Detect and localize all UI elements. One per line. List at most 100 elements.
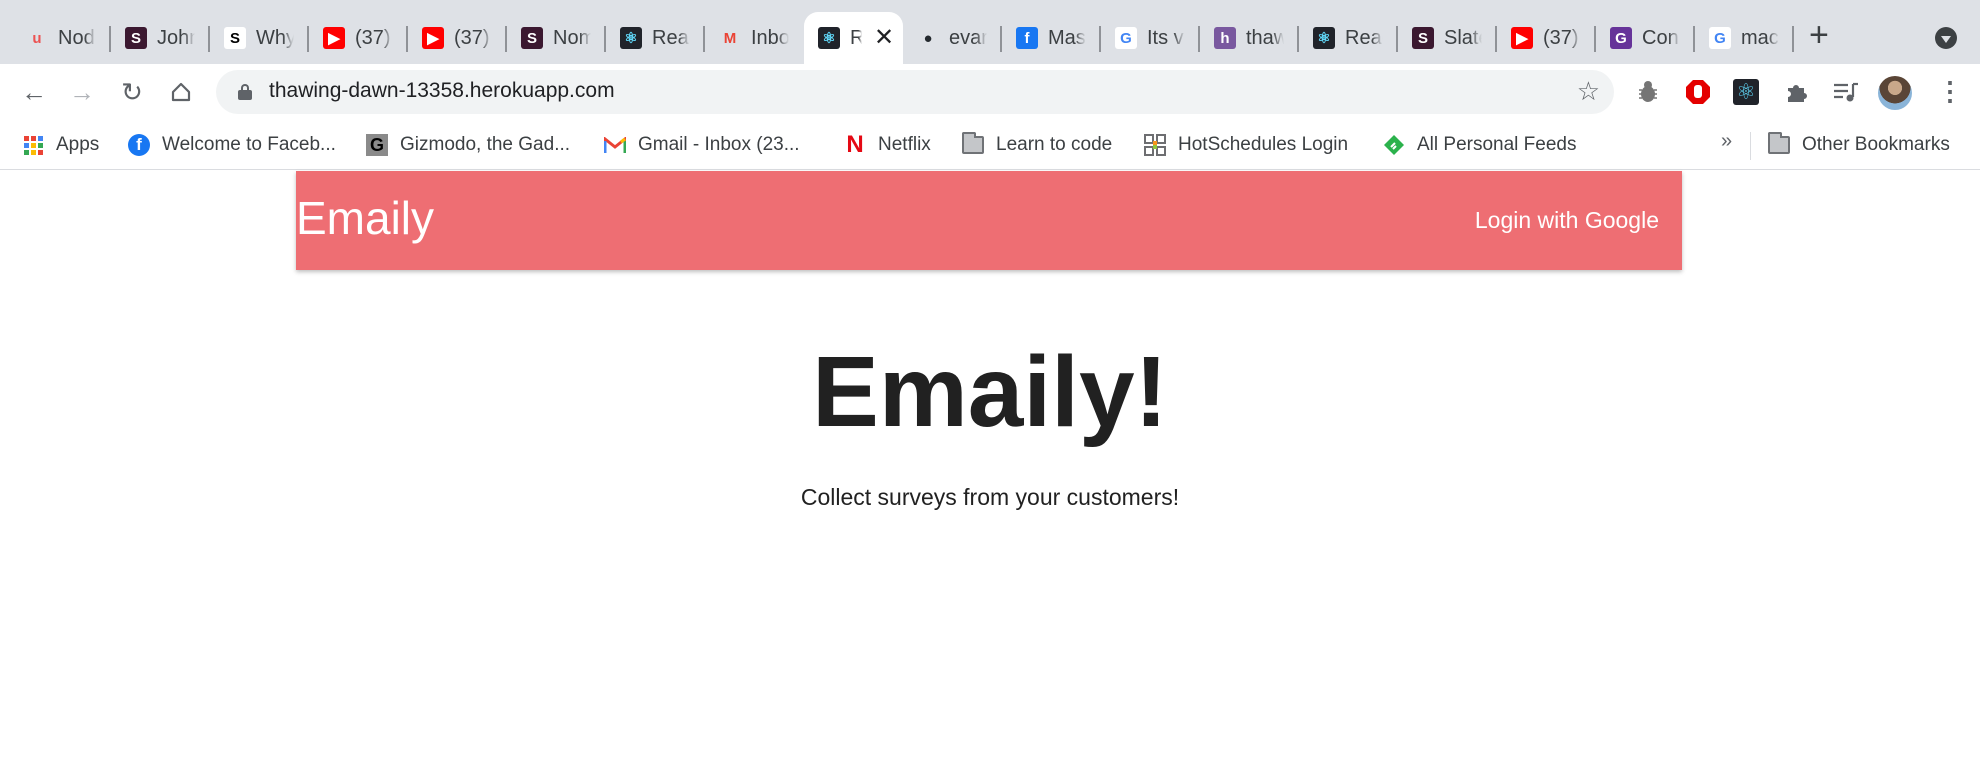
- nyt-icon: S: [224, 27, 246, 49]
- bookmark-label: HotSchedules Login: [1178, 134, 1349, 155]
- tab-title: Reac: [652, 26, 690, 49]
- bookmark-label: All Personal Feeds: [1417, 134, 1577, 155]
- hero-title: Emaily!: [812, 336, 1168, 448]
- tab[interactable]: S Nom: [507, 12, 606, 64]
- tab-strip: + u Nod S John S Why ▶ (37) ▶ (37) S Nom ⚛ Reac M Inbo ⚛…: [0, 0, 1980, 64]
- tab[interactable]: S Why: [210, 12, 309, 64]
- react-devtools-extension-icon[interactable]: ⚛: [1733, 79, 1759, 105]
- bookmark-folder-learn-to-code[interactable]: Learn to code: [962, 131, 1112, 159]
- tab[interactable]: S Slate: [1398, 12, 1497, 64]
- tab[interactable]: M Inbo: [705, 12, 804, 64]
- tab[interactable]: ⚛ Reac: [606, 12, 705, 64]
- tab-title: Inbo: [751, 26, 789, 49]
- site-navbar: Emaily Login with Google: [296, 171, 1682, 270]
- adblock-extension-icon[interactable]: [1685, 79, 1711, 105]
- tab-title: mac: [1741, 26, 1779, 49]
- tab-title: Nom: [553, 26, 591, 49]
- react-icon: ⚛: [818, 27, 840, 49]
- folder-icon: [1768, 132, 1790, 156]
- menu-kebab-icon[interactable]: ⋮: [1937, 78, 1963, 104]
- tab-title: (37): [454, 26, 490, 49]
- youtube-icon: ▶: [323, 27, 345, 49]
- address-bar[interactable]: thawing-dawn-13358.herokuapp.com ☆: [216, 70, 1614, 114]
- facebook-icon: f: [1016, 27, 1038, 49]
- tab-title: Nod: [58, 26, 95, 49]
- folder-icon: [962, 132, 984, 156]
- tab[interactable]: u Nod: [12, 12, 111, 64]
- bug-extension-icon[interactable]: [1635, 79, 1661, 105]
- profile-avatar[interactable]: [1878, 76, 1912, 110]
- tab-title: Slate: [1444, 26, 1482, 49]
- youtube-icon: ▶: [1511, 27, 1533, 49]
- react-icon: ⚛: [1313, 27, 1335, 49]
- apps-grid-icon: [22, 134, 44, 156]
- slate-icon: S: [125, 27, 147, 49]
- media-controls-icon[interactable]: [1833, 79, 1859, 105]
- bookmark-label: Netflix: [878, 134, 931, 155]
- forward-button[interactable]: →: [64, 74, 100, 110]
- tab[interactable]: G Its v: [1101, 12, 1200, 64]
- url-text[interactable]: thawing-dawn-13358.herokuapp.com: [269, 79, 615, 103]
- heroku-icon: h: [1214, 27, 1236, 49]
- reload-icon: ↻: [121, 76, 143, 107]
- facebook-icon: f: [128, 134, 150, 156]
- tab-active[interactable]: ⚛ R ✕: [804, 12, 903, 64]
- tab[interactable]: ▶ (37): [309, 12, 408, 64]
- bookmarks-overflow-button[interactable]: »: [1721, 130, 1732, 153]
- feedly-icon: [1383, 134, 1405, 156]
- tab[interactable]: S John: [111, 12, 210, 64]
- bookmark-label: Welcome to Faceb...: [162, 134, 336, 155]
- tab-title: R: [850, 26, 862, 49]
- tab[interactable]: ▶ (37): [1497, 12, 1596, 64]
- tab-title: (37): [355, 26, 391, 49]
- tab-title: Mas: [1048, 26, 1086, 49]
- tab-title: John: [157, 26, 195, 49]
- youtube-icon: ▶: [422, 27, 444, 49]
- arrow-left-icon: ←: [21, 76, 47, 107]
- bookmark-label: Gizmodo, the Gad...: [400, 134, 571, 155]
- bookmark-facebook[interactable]: f Welcome to Faceb...: [128, 131, 336, 159]
- brand-logo-link[interactable]: Emaily: [296, 191, 434, 246]
- tab-title: thaw: [1246, 26, 1284, 49]
- tab[interactable]: h thaw: [1200, 12, 1299, 64]
- home-icon: [171, 82, 191, 102]
- gatsby-icon: G: [1610, 27, 1632, 49]
- google-icon: G: [1709, 27, 1731, 49]
- extensions-puzzle-icon[interactable]: [1783, 79, 1809, 105]
- bookmark-label: Other Bookmarks: [1802, 134, 1950, 155]
- home-button[interactable]: [163, 74, 199, 110]
- gizmodo-icon: G: [366, 134, 388, 156]
- bookmark-gizmodo[interactable]: G Gizmodo, the Gad...: [366, 131, 570, 159]
- tab[interactable]: Gmac: [1695, 12, 1794, 64]
- tab[interactable]: ⚛ Reac: [1299, 12, 1398, 64]
- reload-button[interactable]: ↻: [114, 74, 150, 110]
- hero-subtitle: Collect surveys from your customers!: [800, 484, 1180, 510]
- login-with-google-link[interactable]: Login with Google: [1475, 207, 1659, 234]
- bookmarks-divider: [1750, 132, 1751, 160]
- back-button[interactable]: ←: [16, 74, 52, 110]
- bookmark-star-icon[interactable]: ☆: [1577, 76, 1600, 107]
- tab[interactable]: ● evar: [903, 12, 1002, 64]
- tab-search-button[interactable]: [1935, 27, 1957, 49]
- gmail-icon: [604, 134, 626, 156]
- bookmark-feedly[interactable]: All Personal Feeds: [1383, 131, 1576, 159]
- netflix-icon: N: [846, 131, 864, 158]
- tab-separator: [1792, 26, 1794, 52]
- bookmark-hotschedules[interactable]: HotSchedules Login: [1144, 131, 1348, 159]
- tab-title: Why: [256, 26, 294, 49]
- tab-close-icon[interactable]: ✕: [874, 26, 894, 50]
- bookmark-netflix[interactable]: N Netflix: [844, 131, 931, 159]
- bookmark-gmail[interactable]: Gmail - Inbox (23...: [604, 131, 800, 159]
- bookmark-label: Apps: [56, 134, 100, 155]
- github-icon: ●: [923, 29, 933, 47]
- bookmark-apps[interactable]: Apps: [22, 131, 99, 159]
- new-tab-button[interactable]: +: [1809, 18, 1829, 52]
- slate-icon: S: [1412, 27, 1434, 49]
- bookmark-other-bookmarks[interactable]: Other Bookmarks: [1768, 131, 1950, 159]
- tab[interactable]: ▶ (37): [408, 12, 507, 64]
- hotschedules-icon: [1144, 134, 1166, 156]
- browser-toolbar: ← → ↻ thawing-dawn-13358.herokuapp.com ☆…: [0, 64, 1980, 120]
- tab[interactable]: G Con: [1596, 12, 1695, 64]
- tab-title: evar: [949, 26, 987, 49]
- tab[interactable]: f Mas: [1002, 12, 1101, 64]
